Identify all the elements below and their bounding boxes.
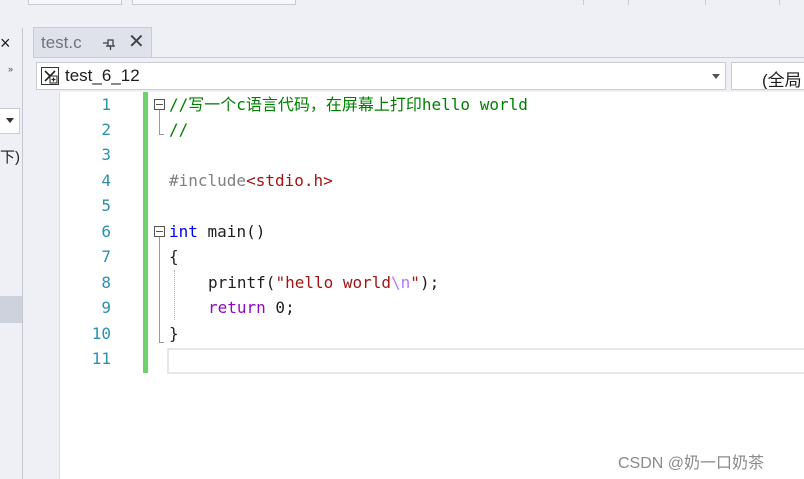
panel-dropdown[interactable] xyxy=(0,108,20,134)
keyword-token: int xyxy=(169,222,198,241)
code-line-8[interactable]: printf("hello world\n"); xyxy=(208,270,439,295)
panel-scroll-icon[interactable]: ›› xyxy=(8,64,13,74)
editor-margin xyxy=(33,92,60,479)
toolbar-divider xyxy=(583,0,584,5)
toolbar-dropdown-left[interactable] xyxy=(28,0,122,5)
preprocessor-token: #include xyxy=(169,171,247,190)
string-token: " xyxy=(410,273,420,292)
header-token: <stdio.h> xyxy=(246,171,333,190)
brace-token: } xyxy=(169,324,179,343)
panel-splitter[interactable] xyxy=(22,28,23,479)
toolbar-divider xyxy=(779,0,780,5)
panel-partial-text: 下) xyxy=(0,149,20,166)
code-line-9[interactable]: return 0; xyxy=(208,295,295,320)
scope-label: (全局 xyxy=(762,71,802,90)
code-line-7[interactable]: { xyxy=(169,244,179,269)
top-toolbar-strip xyxy=(0,0,804,28)
toolbar-divider xyxy=(705,0,706,5)
string-token: "hello world xyxy=(275,273,392,292)
solution-explorer-panel: × ›› 下) xyxy=(0,28,22,479)
comment-token: //写一个c语言代码，在屏幕上打印hello world xyxy=(169,95,528,114)
line-number: 9 xyxy=(101,298,111,317)
line-number: 8 xyxy=(101,273,111,292)
code-line-4[interactable]: #include<stdio.h> xyxy=(169,168,333,193)
line-number: 1 xyxy=(101,95,111,114)
comment-token: // xyxy=(169,120,189,139)
indent-guide xyxy=(174,270,175,320)
tab-label: test.c xyxy=(41,33,82,52)
chevron-down-icon xyxy=(6,118,14,123)
code-line-6[interactable]: int main() xyxy=(169,219,265,244)
navigation-bar: test_6_12 (全局 xyxy=(33,57,804,93)
line-number: 6 xyxy=(101,222,111,241)
outline-end xyxy=(159,134,164,135)
punctuation-token: ); xyxy=(419,273,440,292)
code-line-1[interactable]: //写一个c语言代码，在屏幕上打印hello world xyxy=(169,92,528,117)
change-tracking-bar xyxy=(143,92,148,373)
line-number: 2 xyxy=(101,120,111,139)
keyword-token: return xyxy=(208,298,266,317)
line-number: 3 xyxy=(101,145,111,164)
outline-end xyxy=(159,342,164,343)
literal-token: 0; xyxy=(265,298,295,317)
line-number: 7 xyxy=(101,247,111,266)
code-line-2[interactable]: // xyxy=(169,117,188,142)
collapse-icon[interactable] xyxy=(154,226,165,237)
code-editor[interactable]: 1 2 3 4 5 6 7 8 9 10 11 //写一个c语言代码，在屏幕上打… xyxy=(33,92,804,479)
line-number: 4 xyxy=(101,171,111,190)
toolbar-dropdown-right[interactable] xyxy=(132,0,296,5)
outline-line xyxy=(159,110,160,134)
pin-icon[interactable] xyxy=(102,36,117,51)
line-number: 11 xyxy=(91,349,111,368)
tab-test-c[interactable]: test.c ✕ xyxy=(33,27,152,58)
brace-token: { xyxy=(169,247,179,266)
watermark: CSDN @奶一口奶茶 xyxy=(618,455,765,472)
line-number: 10 xyxy=(91,324,111,343)
project-icon xyxy=(41,67,59,85)
outline-line xyxy=(159,237,160,342)
panel-selected-item[interactable] xyxy=(0,296,22,323)
identifier-token: main() xyxy=(197,222,266,241)
scope-dropdown[interactable]: (全局 xyxy=(731,62,804,90)
function-token: printf( xyxy=(208,273,276,292)
collapse-icon[interactable] xyxy=(154,99,165,110)
project-dropdown[interactable]: test_6_12 xyxy=(36,62,726,90)
line-number: 5 xyxy=(101,196,111,215)
close-icon[interactable]: ✕ xyxy=(128,32,145,52)
escape-token: \n xyxy=(391,273,411,292)
chevron-down-icon[interactable] xyxy=(712,74,720,79)
toolbar-divider xyxy=(628,0,629,5)
panel-close-icon[interactable]: × xyxy=(0,32,11,54)
code-line-10[interactable]: } xyxy=(169,321,179,346)
project-label: test_6_12 xyxy=(65,66,140,85)
current-line-highlight xyxy=(167,348,804,374)
